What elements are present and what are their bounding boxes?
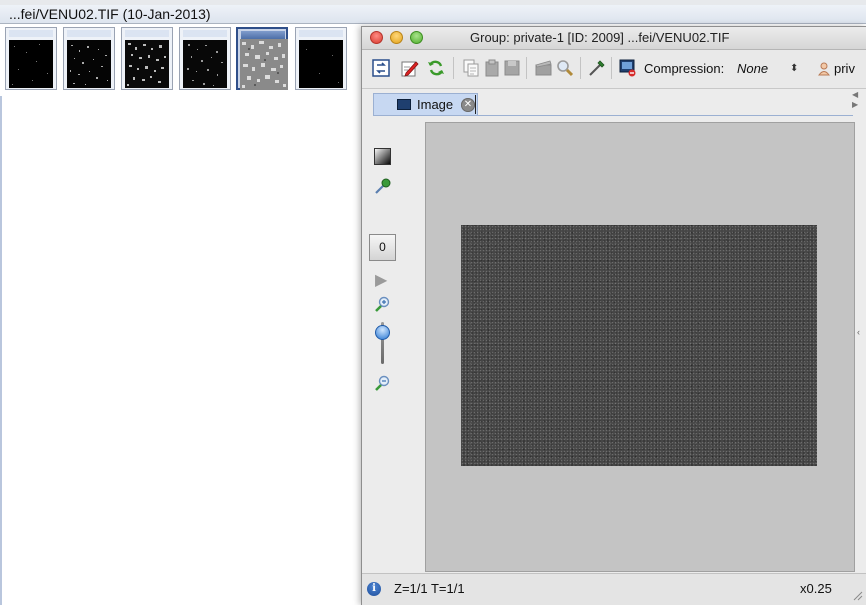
compression-dropdown-arrows-icon[interactable]: ⬍ <box>790 50 798 88</box>
resize-grip-icon[interactable] <box>851 589 863 601</box>
thumbnail-header <box>67 30 111 37</box>
thumbnail-noise-bright <box>240 39 288 90</box>
save-icon[interactable] <box>503 59 521 77</box>
tab-scroll-up-icon[interactable]: ◀ <box>852 90 858 99</box>
zt-position-text: Z=1/1 T=1/1 <box>394 581 465 596</box>
zoom-in-icon[interactable] <box>374 296 391 313</box>
paste-icon[interactable] <box>483 59 501 77</box>
close-window-button[interactable] <box>370 31 383 44</box>
thumbnail-image <box>125 40 169 88</box>
left-tool-panel: 0 ▶ <box>362 122 424 572</box>
copy-icon[interactable] <box>462 59 480 77</box>
contrast-icon[interactable] <box>374 148 391 165</box>
compression-select[interactable]: None <box>737 50 768 88</box>
thumbnail-header <box>9 30 53 37</box>
browser-title: ...fei/VENU02.TIF (10-Jan-2013) <box>0 5 866 24</box>
refresh-icon[interactable] <box>427 59 445 77</box>
image-icon <box>397 99 411 110</box>
search-icon[interactable] <box>556 59 574 77</box>
microscopy-image[interactable] <box>461 225 817 466</box>
thumbnail-noise-medium <box>183 40 227 88</box>
tab-image-label: Image <box>417 97 454 112</box>
thumbnail-image <box>183 40 227 88</box>
status-bar: i Z=1/1 T=1/1 x0.25 <box>362 573 866 605</box>
thumbnail-6[interactable] <box>295 27 347 90</box>
thumbnail-4[interactable] <box>179 27 231 90</box>
tab-scroll-down-icon[interactable]: ▶ <box>852 100 858 109</box>
thumbnail-image <box>9 40 53 88</box>
thumbnail-image <box>240 39 288 90</box>
thumbnail-3[interactable] <box>121 27 173 90</box>
swap-view-icon[interactable] <box>372 59 390 77</box>
thumbnail-header <box>299 30 343 37</box>
toolbar-separator <box>611 57 612 79</box>
thumbnail-image <box>299 40 343 88</box>
image-viewer-window: Group: private-1 [ID: 2009] ...fei/VENU0… <box>361 26 866 605</box>
viewer-toolbar: Compression: None ⬍ priv <box>362 50 866 89</box>
thumbnail-5-selected[interactable] <box>236 27 288 90</box>
minimize-window-button[interactable] <box>390 31 403 44</box>
compression-icon <box>619 59 636 77</box>
thumbnail-noise-sparse <box>299 40 343 88</box>
thumbnail-header <box>125 30 169 37</box>
thumbnail-noise-medium <box>67 40 111 88</box>
play-icon[interactable]: ▶ <box>375 273 387 289</box>
zoom-out-icon[interactable] <box>374 375 391 392</box>
thumbnail-image <box>67 40 111 88</box>
tab-underline <box>373 115 853 116</box>
tab-image[interactable]: Image ✕ <box>373 93 478 115</box>
collapse-arrow-icon[interactable]: ‹ <box>857 327 860 337</box>
info-icon[interactable]: i <box>367 582 381 596</box>
toolbar-separator <box>580 57 581 79</box>
thumbnail-header <box>241 31 285 39</box>
thumbnail-noise-dense <box>125 40 169 88</box>
pipette-icon[interactable] <box>374 178 391 195</box>
browser-panel <box>0 96 362 605</box>
thumbnail-2[interactable] <box>63 27 115 90</box>
image-canvas[interactable] <box>425 122 855 572</box>
channel-button[interactable]: 0 <box>369 234 396 261</box>
user-icon <box>818 62 830 76</box>
thumbnail-1[interactable] <box>5 27 57 90</box>
zoom-slider-thumb[interactable] <box>375 325 390 340</box>
user-label[interactable]: priv <box>834 50 855 88</box>
viewer-titlebar[interactable]: Group: private-1 [ID: 2009] ...fei/VENU0… <box>362 27 866 50</box>
toolbar-separator <box>453 57 454 79</box>
compression-label: Compression: <box>644 61 725 76</box>
text-cursor <box>475 95 476 114</box>
movie-icon[interactable] <box>535 59 553 77</box>
close-tab-icon[interactable]: ✕ <box>461 98 475 112</box>
thumbnail-noise-sparse <box>9 40 53 88</box>
thumbnail-header <box>183 30 227 37</box>
maximize-window-button[interactable] <box>410 31 423 44</box>
zoom-factor-text: x0.25 <box>800 581 832 596</box>
viewer-title: Group: private-1 [ID: 2009] ...fei/VENU0… <box>470 30 730 45</box>
edit-icon[interactable] <box>401 59 419 77</box>
right-scroll-edge: ‹ <box>855 122 866 572</box>
measure-tool-icon[interactable] <box>588 59 606 77</box>
tab-row: Image ✕ ◀ ▶ <box>362 89 866 121</box>
toolbar-separator <box>526 57 527 79</box>
